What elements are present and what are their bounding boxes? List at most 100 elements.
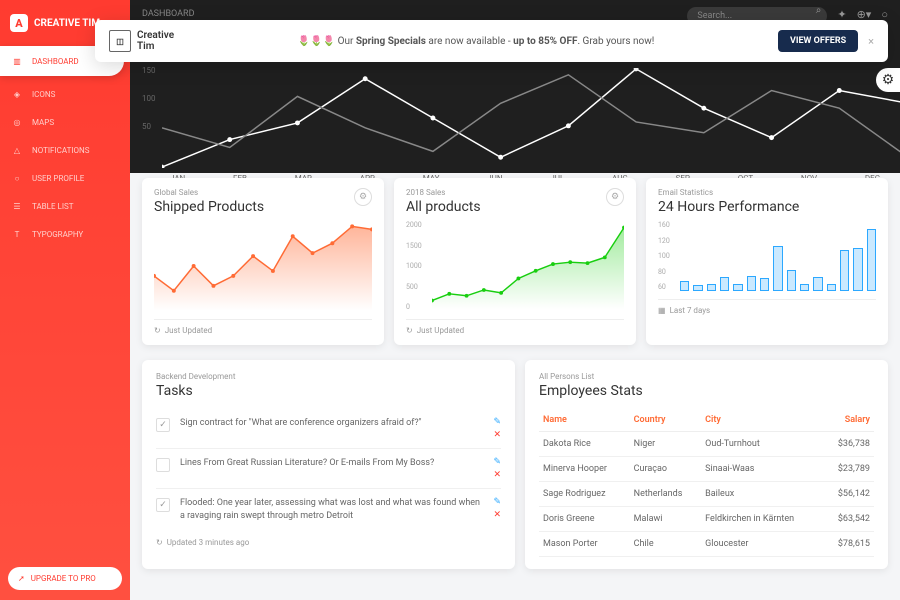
card-24h: Email Statistics 24 Hours Performance 16… (646, 178, 888, 345)
bar (853, 248, 862, 291)
nav-icon: ○ (10, 171, 24, 185)
nav-label: TYPOGRAPHY (32, 230, 83, 239)
delete-icon[interactable]: ✕ (493, 430, 501, 440)
sidebar-item-typography[interactable]: T TYPOGRAPHY (0, 220, 130, 248)
user-icon[interactable]: ○ (881, 8, 888, 21)
table-header: Salary (823, 409, 874, 432)
bar (787, 270, 796, 291)
nav-icon: T (10, 227, 24, 241)
task-text: Flooded: One year later, assessing what … (180, 497, 483, 522)
bar (693, 285, 702, 291)
tasks-panel: Backend Development Tasks ✓ Sign contract… (142, 360, 515, 569)
search-icon[interactable]: ⌕ (816, 5, 822, 16)
refresh-icon: ↻ (154, 326, 161, 335)
nav-label: TABLE LIST (32, 202, 74, 211)
bar (680, 281, 689, 292)
task-text: Lines From Great Russian Literature? Or … (180, 457, 483, 470)
refresh-icon: ↻ (406, 326, 413, 335)
table-header: City (701, 409, 823, 432)
view-offers-button[interactable]: VIEW OFFERS (778, 30, 858, 52)
nav-label: USER PROFILE (32, 174, 84, 183)
task-text: Sign contract for "What are conference o… (180, 417, 483, 430)
employees-table: NameCountryCitySalary Dakota RiceNigerOu… (539, 409, 874, 557)
sparkle-icon[interactable]: ✦ (837, 8, 846, 21)
delete-icon[interactable]: ✕ (493, 470, 501, 480)
bar (747, 276, 756, 291)
nav-icon: △ (10, 143, 24, 157)
panel-title: Tasks (156, 383, 501, 399)
bar (867, 229, 876, 291)
brand-text: CREATIVE TIM (34, 18, 100, 29)
bar (720, 277, 729, 291)
bar (813, 277, 822, 291)
panel-subtitle: Backend Development (156, 372, 501, 381)
task-item: Lines From Great Russian Literature? Or … (156, 449, 501, 489)
nav-label: ICONS (32, 90, 55, 99)
task-item: ✓ Flooded: One year later, assessing what… (156, 489, 501, 530)
rocket-icon: ➚ (18, 574, 25, 583)
bar (800, 284, 809, 291)
checkbox[interactable]: ✓ (156, 498, 170, 512)
table-row: Dakota RiceNigerOud-Turnhout$36,738 (539, 432, 874, 457)
nav-label: NOTIFICATIONS (32, 146, 89, 155)
bar (827, 284, 836, 291)
card-subtitle: Email Statistics (658, 188, 876, 197)
sidebar-item-user-profile[interactable]: ○ USER PROFILE (0, 164, 130, 192)
settings-gear-icon[interactable]: ⚙ (876, 68, 900, 92)
checkbox[interactable] (156, 458, 170, 472)
panel-title: Employees Stats (539, 383, 874, 399)
gear-icon[interactable]: ⚙ (606, 188, 624, 206)
delete-icon[interactable]: ✕ (493, 510, 501, 520)
globe-icon[interactable]: ⊕▾ (857, 8, 872, 21)
gear-icon[interactable]: ⚙ (354, 188, 372, 206)
table-row: Sage RodriguezNetherlandsBaileux$56,142 (539, 482, 874, 507)
card-shipped: Global Sales Shipped Products ⚙ ↻Just Up… (142, 178, 384, 345)
edit-icon[interactable]: ✎ (493, 417, 501, 427)
employees-panel: All Persons List Employees Stats NameCou… (525, 360, 888, 569)
card-subtitle: 2018 Sales (406, 188, 481, 197)
upgrade-label: UPGRADE TO PRO (31, 574, 96, 583)
table-row: Mason PorterChileGloucester$78,615 (539, 532, 874, 557)
nav-icon: ◈ (10, 87, 24, 101)
sidebar-item-maps[interactable]: ◎ MAPS (0, 108, 130, 136)
bar (707, 284, 716, 291)
bar (773, 246, 782, 292)
page-title: DASHBOARD (142, 9, 194, 19)
refresh-icon: ↻ (156, 538, 163, 547)
nav-icon: ◎ (10, 115, 24, 129)
banner-message: 🌷🌷🌷 Our Spring Specials are now availabl… (174, 36, 778, 47)
angular-icon: A (10, 14, 28, 32)
table-row: Doris GreeneMalawiFeldkirchen in Kärnten… (539, 507, 874, 532)
nav-icon: ☰ (10, 199, 24, 213)
card-title: 24 Hours Performance (658, 199, 876, 215)
bar (760, 278, 769, 291)
edit-icon[interactable]: ✎ (493, 497, 501, 507)
banner-logo-icon: ◫ (109, 30, 131, 52)
sidebar-item-icons[interactable]: ◈ ICONS (0, 80, 130, 108)
close-icon[interactable]: × (868, 35, 874, 48)
edit-icon[interactable]: ✎ (493, 457, 501, 467)
sidebar: A CREATIVE TIM ▥ DASHBOARD ◈ ICONS ◎ MAPS △ NOT… (0, 0, 130, 600)
card-title: Shipped Products (154, 199, 264, 215)
table-header: Country (630, 409, 702, 432)
nav-icon: ▥ (10, 54, 24, 68)
nav-label: DASHBOARD (32, 57, 79, 66)
card-allproducts: 2018 Sales All products ⚙ 20001500100050… (394, 178, 636, 345)
card-subtitle: Global Sales (154, 188, 264, 197)
task-item: ✓ Sign contract for "What are conference … (156, 409, 501, 449)
table-header: Name (539, 409, 630, 432)
sidebar-item-table-list[interactable]: ☰ TABLE LIST (0, 192, 130, 220)
sidebar-item-notifications[interactable]: △ NOTIFICATIONS (0, 136, 130, 164)
banner-brand: ◫ Creative Tim (109, 30, 174, 52)
calendar-icon: ▦ (658, 306, 666, 315)
banner-brand-text: Creative Tim (137, 30, 174, 52)
checkbox[interactable]: ✓ (156, 418, 170, 432)
table-row: Minerva HooperCuraçaoSinaai-Waas$23,789 (539, 457, 874, 482)
panel-subtitle: All Persons List (539, 372, 874, 381)
nav-label: MAPS (32, 118, 54, 127)
bar (840, 250, 849, 291)
promo-banner: ◫ Creative Tim 🌷🌷🌷 Our Spring Specials a… (95, 20, 888, 62)
upgrade-button[interactable]: ➚ UPGRADE TO PRO (8, 567, 122, 590)
card-title: All products (406, 199, 481, 215)
bar (733, 284, 742, 291)
